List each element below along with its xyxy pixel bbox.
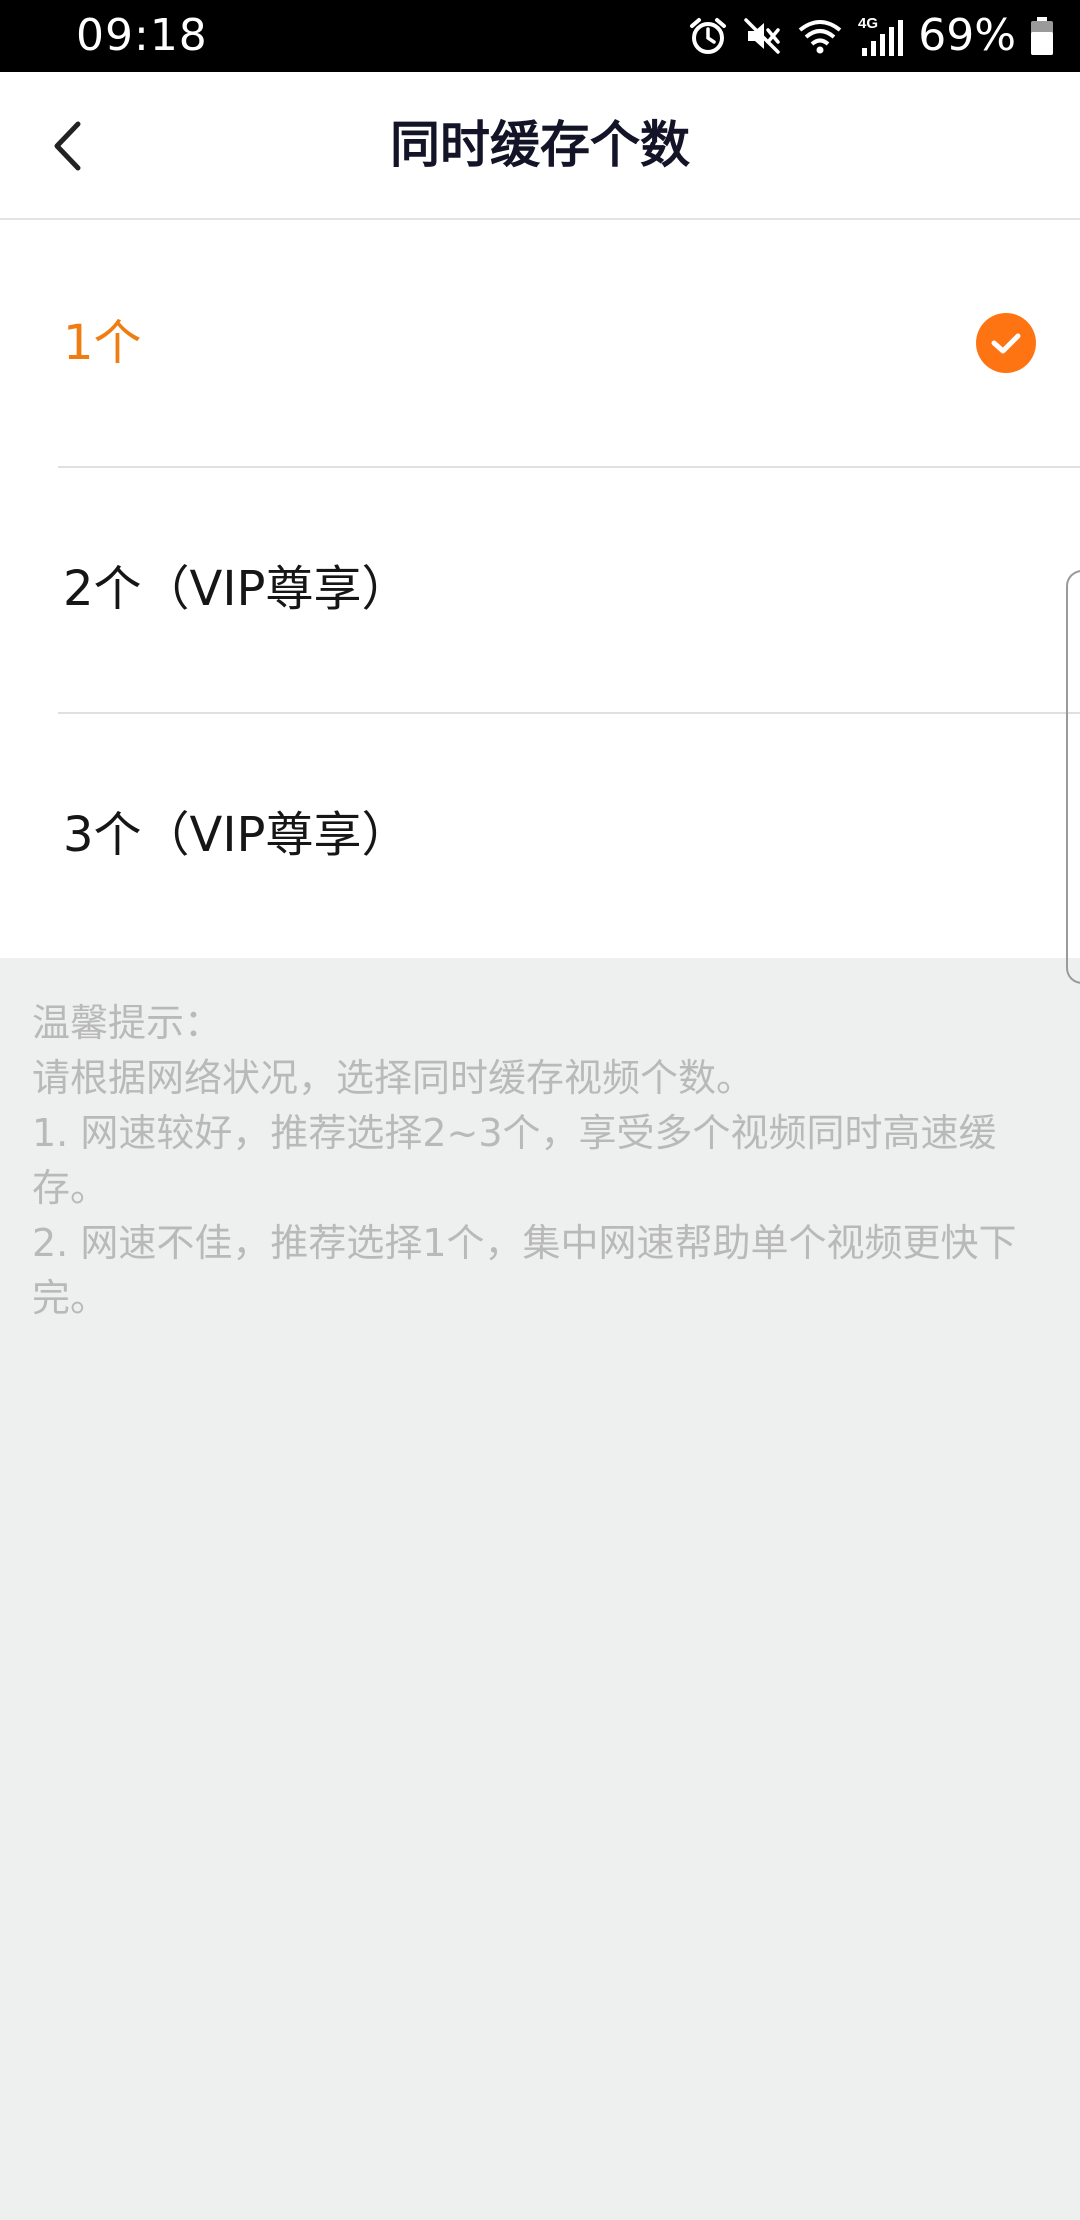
tips-heading: 温馨提示： [32,1001,223,1045]
edge-panel-handle[interactable] [1066,570,1080,984]
header: 同时缓存个数 [0,72,1080,220]
status-bar: 09:18 4G 69% [0,0,1080,72]
option-label: 1个 [63,315,142,371]
tips-line: 2. 网速不佳，推荐选择1个，集中网速帮助单个视频更快下完。 [32,1221,1017,1320]
tips-section: 温馨提示： 请根据网络状况，选择同时缓存视频个数。 1. 网速较好，推荐选择2~… [32,996,1042,1326]
wifi-icon [796,16,844,56]
cache-count-options: 1个 2个（VIP尊享） 3个（VIP尊享） [0,220,1080,958]
status-time: 09:18 [76,10,208,61]
option-1[interactable]: 1个 [0,220,1080,466]
battery-percentage: 69% [918,10,1016,61]
option-label: 2个（VIP尊享） [63,561,410,617]
page-title: 同时缓存个数 [390,116,690,174]
alarm-icon [688,16,728,56]
status-icons: 4G 69% [688,10,1054,62]
network-type: 4G [858,15,878,32]
option-label: 3个（VIP尊享） [63,807,410,863]
battery-icon [1030,16,1054,56]
option-3[interactable]: 3个（VIP尊享） [0,712,1080,958]
tips-line: 请根据网络状况，选择同时缓存视频个数。 [32,1056,755,1100]
tips-line: 1. 网速较好，推荐选择2~3个，享受多个视频同时高速缓存。 [32,1111,997,1210]
mute-icon [742,16,782,56]
signal-icon: 4G [858,14,904,58]
option-2[interactable]: 2个（VIP尊享） [0,466,1080,712]
check-circle-icon [976,313,1036,373]
